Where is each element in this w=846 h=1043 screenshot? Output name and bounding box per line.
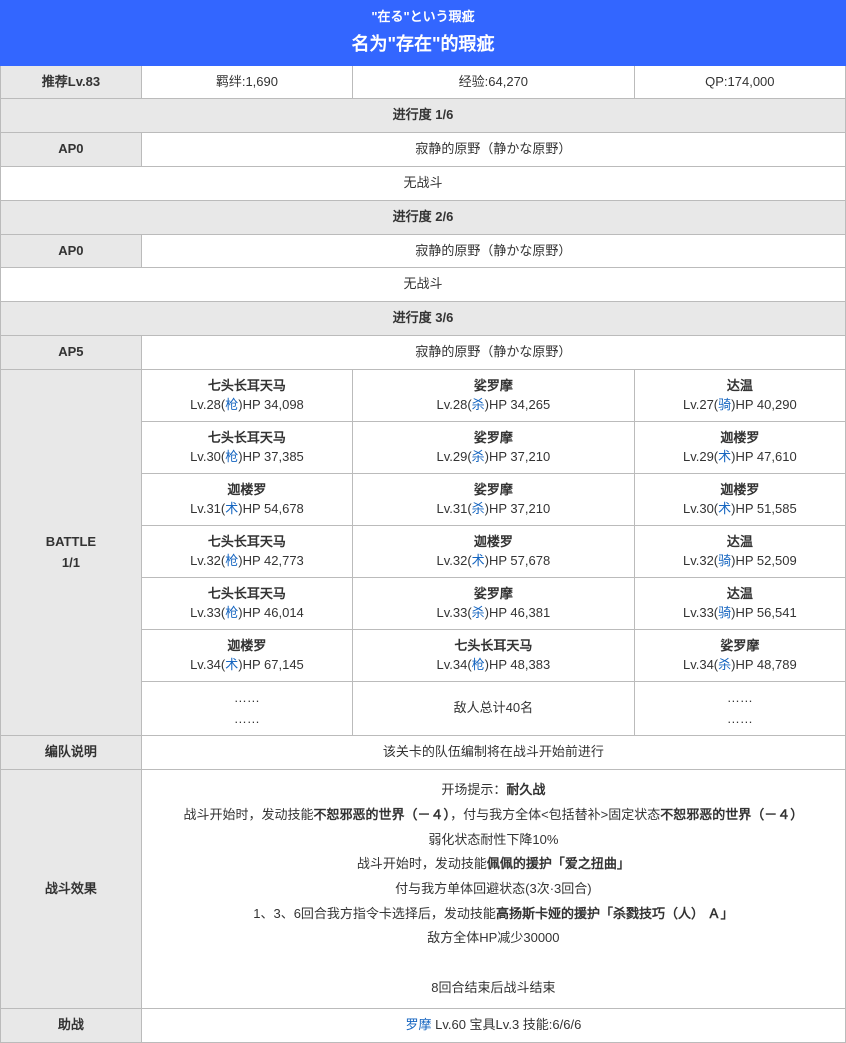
qp: QP:174,000 (634, 65, 845, 99)
class-link[interactable]: 枪 (472, 657, 485, 672)
enemy-cell: 娑罗摩Lv.29(杀)HP 37,210 (353, 421, 635, 473)
progress-1: 进行度 1/6 (1, 99, 846, 133)
enemy-cell: 达温Lv.33(骑)HP 56,541 (634, 577, 845, 629)
ap-label: AP0 (1, 133, 142, 167)
enemy-cell: 迦楼罗Lv.34(术)HP 67,145 (141, 629, 352, 681)
enemy-cell: 七头长耳天马Lv.32(枪)HP 42,773 (141, 525, 352, 577)
enemy-cell: 迦楼罗Lv.29(术)HP 47,610 (634, 421, 845, 473)
class-link[interactable]: 术 (718, 449, 731, 464)
battle-label: BATTLE 1/1 (1, 369, 142, 736)
ap-label: AP0 (1, 234, 142, 268)
enemy-cell: 七头长耳天马Lv.34(枪)HP 48,383 (353, 629, 635, 681)
enemy-cell: 娑罗摩Lv.31(杀)HP 37,210 (353, 473, 635, 525)
enemy-cell: 娑罗摩Lv.33(杀)HP 46,381 (353, 577, 635, 629)
location: 寂静的原野（静かな原野） (141, 234, 845, 268)
team-text: 该关卡的队伍编制将在战斗开始前进行 (141, 736, 845, 770)
enemy-cell: 七头长耳天马Lv.33(枪)HP 46,014 (141, 577, 352, 629)
enemy-cell: 七头长耳天马Lv.28(枪)HP 34,098 (141, 369, 352, 421)
team-label: 编队说明 (1, 736, 142, 770)
enemy-cell: 娑罗摩Lv.34(杀)HP 48,789 (634, 629, 845, 681)
no-battle: 无战斗 (1, 166, 846, 200)
class-link[interactable]: 枪 (225, 605, 238, 620)
enemy-cell: 达温Lv.32(骑)HP 52,509 (634, 525, 845, 577)
enemy-cell: 迦楼罗Lv.31(术)HP 54,678 (141, 473, 352, 525)
class-link[interactable]: 术 (225, 657, 238, 672)
effect-label: 战斗效果 (1, 770, 142, 1009)
progress-2: 进行度 2/6 (1, 200, 846, 234)
class-link[interactable]: 骑 (718, 605, 731, 620)
rec-lv: 推荐Lv.83 (1, 65, 142, 99)
quest-table: "在る"という瑕疵 名为"存在"的瑕疵 推荐Lv.83 羁绊:1,690 经验:… (0, 0, 846, 1043)
enemy-total: 敌人总计40名 (353, 681, 635, 736)
class-link[interactable]: 术 (472, 553, 485, 568)
enemy-cell: 迦楼罗Lv.30(术)HP 51,585 (634, 473, 845, 525)
class-link[interactable]: 杀 (472, 397, 485, 412)
class-link[interactable]: 杀 (472, 449, 485, 464)
title-cn: 名为"存在"的瑕疵 (5, 30, 841, 59)
title-jp: "在る"という瑕疵 (5, 7, 841, 28)
class-link[interactable]: 骑 (718, 553, 731, 568)
class-link[interactable]: 术 (718, 501, 731, 516)
class-link[interactable]: 杀 (472, 605, 485, 620)
ap-label: AP5 (1, 335, 142, 369)
support-label: 助战 (1, 1009, 142, 1043)
location: 寂静的原野（静かな原野） (141, 335, 845, 369)
class-link[interactable]: 杀 (472, 501, 485, 516)
enemy-cell: 迦楼罗Lv.32(术)HP 57,678 (353, 525, 635, 577)
class-link[interactable]: 枪 (225, 449, 238, 464)
class-link[interactable]: 骑 (718, 397, 731, 412)
bond: 羁绊:1,690 (141, 65, 352, 99)
class-link[interactable]: 枪 (225, 553, 238, 568)
progress-3: 进行度 3/6 (1, 302, 846, 336)
class-link[interactable]: 枪 (225, 397, 238, 412)
support-text: 罗摩 Lv.60 宝具Lv.3 技能:6/6/6 (141, 1009, 845, 1043)
enemy-cell: 七头长耳天马Lv.30(枪)HP 37,385 (141, 421, 352, 473)
class-link[interactable]: 杀 (718, 657, 731, 672)
effect-text: 开场提示：耐久战 战斗开始时，发动技能不恕邪恶的世界（－４），付与我方全体<包括… (141, 770, 845, 1009)
dots-cell: ………… (141, 681, 352, 736)
no-battle: 无战斗 (1, 268, 846, 302)
location: 寂静的原野（静かな原野） (141, 133, 845, 167)
exp: 经验:64,270 (353, 65, 635, 99)
quest-header: "在る"という瑕疵 名为"存在"的瑕疵 (1, 1, 846, 66)
enemy-cell: 达温Lv.27(骑)HP 40,290 (634, 369, 845, 421)
dots-cell: ………… (634, 681, 845, 736)
enemy-cell: 娑罗摩Lv.28(杀)HP 34,265 (353, 369, 635, 421)
support-servant-link[interactable]: 罗摩 (405, 1017, 431, 1032)
class-link[interactable]: 术 (225, 501, 238, 516)
